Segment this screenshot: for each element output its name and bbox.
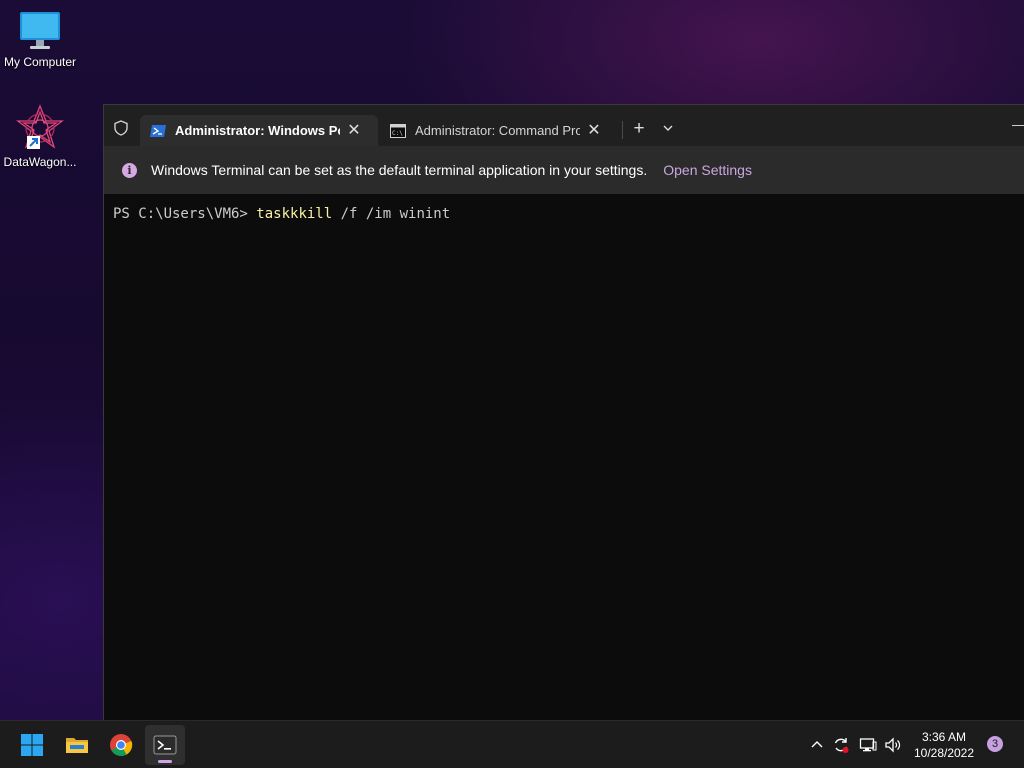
start-button[interactable] [12, 725, 52, 765]
clock-date: 10/28/2022 [913, 746, 975, 760]
active-app-indicator [158, 760, 172, 763]
file-explorer-button[interactable] [57, 725, 97, 765]
tab-title: Administrator: Windows PowerShell [175, 123, 340, 138]
tab-powershell[interactable]: Administrator: Windows PowerShell ✕ [140, 115, 378, 146]
tab-bar: Administrator: Windows PowerShell ✕ C:\ … [104, 105, 1024, 146]
monitor-icon [20, 12, 60, 49]
close-tab-icon[interactable]: ✕ [344, 122, 364, 139]
chrome-icon [110, 734, 133, 756]
console-output[interactable]: PS C:\Users\VM6> taskkkill /f /im winint [113, 206, 450, 222]
infobar-message: Windows Terminal can be set as the defau… [151, 162, 648, 178]
desktop-icon-label: My Computer [3, 55, 77, 69]
shield-icon [114, 120, 128, 136]
console-command: taskkkill [256, 206, 333, 222]
info-icon: i [122, 162, 137, 178]
tab-separator [622, 121, 623, 139]
console-args: /f /im winint [332, 206, 451, 222]
tab-title: Administrator: Command Prompt [415, 123, 580, 138]
minimize-button[interactable] [1012, 125, 1024, 126]
chevron-down-icon[interactable] [660, 120, 676, 136]
open-settings-link[interactable]: Open Settings [663, 162, 752, 178]
desktop-icon-my-computer[interactable]: My Computer [0, 8, 80, 69]
desktop-icon-label: DataWagon... [3, 155, 77, 169]
sync-icon[interactable] [832, 736, 850, 754]
chrome-button[interactable] [101, 725, 141, 765]
tab-command-prompt[interactable]: C:\ Administrator: Command Prompt ✕ [380, 115, 610, 146]
clock-time: 3:36 AM [921, 730, 967, 744]
powershell-icon [150, 124, 166, 137]
close-tab-icon[interactable]: ✕ [584, 122, 604, 139]
terminal-taskbar-button[interactable] [145, 725, 185, 765]
taskbar: 3:36 AM 10/28/2022 [0, 720, 1024, 768]
cmd-icon: C:\ [390, 123, 406, 138]
console-prompt: PS C:\Users\VM6> [113, 206, 257, 222]
network-icon[interactable] [859, 736, 877, 754]
datawagon-logo-icon [16, 104, 64, 149]
desktop-icon-datawagon[interactable]: DataWagon... [0, 104, 80, 169]
chevron-up-icon[interactable] [808, 736, 826, 754]
start-icon [21, 734, 43, 756]
new-tab-button[interactable]: + [630, 119, 648, 139]
terminal-icon [153, 735, 177, 755]
system-clock[interactable]: 3:36 AM 10/28/2022 [904, 729, 984, 761]
file-explorer-icon [66, 738, 88, 753]
terminal-window: Administrator: Windows PowerShell ✕ C:\ … [103, 104, 1024, 721]
default-terminal-infobar: i Windows Terminal can be set as the def… [104, 146, 1024, 194]
svg-text:C:\: C:\ [392, 130, 403, 137]
notification-badge[interactable]: 3 [987, 736, 1003, 752]
volume-icon[interactable] [884, 736, 902, 754]
